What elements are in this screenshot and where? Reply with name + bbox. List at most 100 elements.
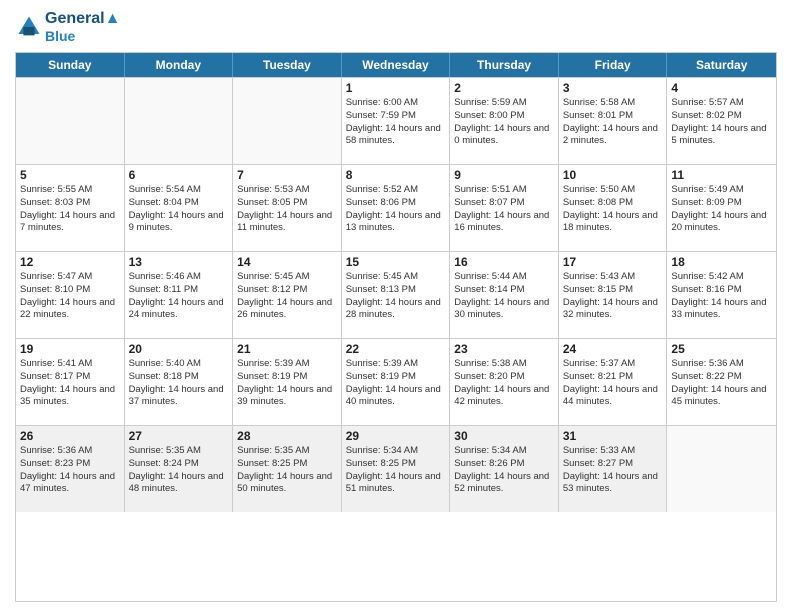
calendar-cell: 8 Sunrise: 5:52 AM Sunset: 8:06 PM Daylig… xyxy=(342,165,451,251)
day-number: 23 xyxy=(454,342,554,356)
calendar-cell: 2 Sunrise: 5:59 AM Sunset: 8:00 PM Daylig… xyxy=(450,78,559,164)
day-number: 9 xyxy=(454,168,554,182)
calendar-row-2: 5 Sunrise: 5:55 AM Sunset: 8:03 PM Daylig… xyxy=(16,164,776,251)
calendar-cell: 18Sunrise: 5:42 AM Sunset: 8:16 PM Dayli… xyxy=(667,252,776,338)
logo-icon xyxy=(15,13,43,41)
day-number: 17 xyxy=(563,255,663,269)
day-info: Sunrise: 5:33 AM Sunset: 8:27 PM Dayligh… xyxy=(563,445,663,496)
day-number: 3 xyxy=(563,81,663,95)
day-number: 22 xyxy=(346,342,446,356)
header: General▲ Blue xyxy=(15,10,777,44)
header-day-sunday: Sunday xyxy=(16,53,125,77)
calendar-cell: 12 Sunrise: 5:47 AM Sunset: 8:10 PM Dayli… xyxy=(16,252,125,338)
day-number: 29 xyxy=(346,429,446,443)
calendar-cell xyxy=(16,78,125,164)
day-info: Sunrise: 5:34 AM Sunset: 8:25 PM Dayligh… xyxy=(346,445,446,496)
day-info: Sunrise: 5:45 AM Sunset: 8:12 PM Dayligh… xyxy=(237,271,337,322)
calendar-row-5: 26 Sunrise: 5:36 AM Sunset: 8:23 PM Dayli… xyxy=(16,425,776,512)
header-day-friday: Friday xyxy=(559,53,668,77)
day-number: 31 xyxy=(563,429,663,443)
calendar-cell: 31 Sunrise: 5:33 AM Sunset: 8:27 PM Dayli… xyxy=(559,426,668,512)
calendar-cell: 3 Sunrise: 5:58 AM Sunset: 8:01 PM Daylig… xyxy=(559,78,668,164)
calendar-cell: 27 Sunrise: 5:35 AM Sunset: 8:24 PM Dayli… xyxy=(125,426,234,512)
calendar-cell: 15Sunrise: 5:45 AM Sunset: 8:13 PM Dayli… xyxy=(342,252,451,338)
calendar-cell: 25 Sunrise: 5:36 AM Sunset: 8:22 PM Dayli… xyxy=(667,339,776,425)
calendar-cell: 23 Sunrise: 5:38 AM Sunset: 8:20 PM Dayli… xyxy=(450,339,559,425)
day-info: Sunrise: 5:55 AM Sunset: 8:03 PM Dayligh… xyxy=(20,184,120,235)
day-info: Sunrise: 5:46 AM Sunset: 8:11 PM Dayligh… xyxy=(129,271,229,322)
calendar-cell xyxy=(667,426,776,512)
calendar-cell: 11 Sunrise: 5:49 AM Sunset: 8:09 PM Dayli… xyxy=(667,165,776,251)
day-number: 4 xyxy=(671,81,772,95)
day-info: Sunrise: 5:36 AM Sunset: 8:23 PM Dayligh… xyxy=(20,445,120,496)
day-info: Sunrise: 5:58 AM Sunset: 8:01 PM Dayligh… xyxy=(563,97,663,148)
day-number: 15 xyxy=(346,255,446,269)
day-info: Sunrise: 5:36 AM Sunset: 8:22 PM Dayligh… xyxy=(671,358,772,409)
calendar-cell xyxy=(125,78,234,164)
day-info: Sunrise: 5:59 AM Sunset: 8:00 PM Dayligh… xyxy=(454,97,554,148)
calendar-cell: 6Sunrise: 5:54 AM Sunset: 8:04 PM Daylig… xyxy=(125,165,234,251)
calendar-cell: 14 Sunrise: 5:45 AM Sunset: 8:12 PM Dayli… xyxy=(233,252,342,338)
logo-line1: General▲ xyxy=(45,10,120,28)
day-info: Sunrise: 5:38 AM Sunset: 8:20 PM Dayligh… xyxy=(454,358,554,409)
calendar-cell: 1Sunrise: 6:00 AM Sunset: 7:59 PM Daylig… xyxy=(342,78,451,164)
header-day-monday: Monday xyxy=(125,53,234,77)
day-number: 8 xyxy=(346,168,446,182)
calendar-cell: 19Sunrise: 5:41 AM Sunset: 8:17 PM Dayli… xyxy=(16,339,125,425)
calendar-cell xyxy=(233,78,342,164)
calendar-cell: 5 Sunrise: 5:55 AM Sunset: 8:03 PM Daylig… xyxy=(16,165,125,251)
day-info: Sunrise: 6:00 AM Sunset: 7:59 PM Dayligh… xyxy=(346,97,446,148)
day-info: Sunrise: 5:57 AM Sunset: 8:02 PM Dayligh… xyxy=(671,97,772,148)
day-info: Sunrise: 5:35 AM Sunset: 8:24 PM Dayligh… xyxy=(129,445,229,496)
calendar-cell: 4 Sunrise: 5:57 AM Sunset: 8:02 PM Daylig… xyxy=(667,78,776,164)
day-info: Sunrise: 5:39 AM Sunset: 8:19 PM Dayligh… xyxy=(237,358,337,409)
day-info: Sunrise: 5:49 AM Sunset: 8:09 PM Dayligh… xyxy=(671,184,772,235)
day-number: 16 xyxy=(454,255,554,269)
day-number: 20 xyxy=(129,342,229,356)
day-info: Sunrise: 5:47 AM Sunset: 8:10 PM Dayligh… xyxy=(20,271,120,322)
calendar-cell: 30 Sunrise: 5:34 AM Sunset: 8:26 PM Dayli… xyxy=(450,426,559,512)
day-info: Sunrise: 5:37 AM Sunset: 8:21 PM Dayligh… xyxy=(563,358,663,409)
calendar-cell: 21 Sunrise: 5:39 AM Sunset: 8:19 PM Dayli… xyxy=(233,339,342,425)
day-number: 7 xyxy=(237,168,337,182)
day-number: 14 xyxy=(237,255,337,269)
day-number: 21 xyxy=(237,342,337,356)
day-number: 10 xyxy=(563,168,663,182)
calendar-cell: 20 Sunrise: 5:40 AM Sunset: 8:18 PM Dayli… xyxy=(125,339,234,425)
header-day-wednesday: Wednesday xyxy=(342,53,451,77)
day-number: 26 xyxy=(20,429,120,443)
header-day-saturday: Saturday xyxy=(667,53,776,77)
calendar-row-3: 12 Sunrise: 5:47 AM Sunset: 8:10 PM Dayli… xyxy=(16,251,776,338)
day-info: Sunrise: 5:34 AM Sunset: 8:26 PM Dayligh… xyxy=(454,445,554,496)
calendar-row-1: 1Sunrise: 6:00 AM Sunset: 7:59 PM Daylig… xyxy=(16,77,776,164)
calendar-cell: 10 Sunrise: 5:50 AM Sunset: 8:08 PM Dayli… xyxy=(559,165,668,251)
header-day-thursday: Thursday xyxy=(450,53,559,77)
calendar-cell: 24Sunrise: 5:37 AM Sunset: 8:21 PM Dayli… xyxy=(559,339,668,425)
calendar-header: SundayMondayTuesdayWednesdayThursdayFrid… xyxy=(16,53,776,77)
calendar-cell: 28Sunrise: 5:35 AM Sunset: 8:25 PM Dayli… xyxy=(233,426,342,512)
day-info: Sunrise: 5:44 AM Sunset: 8:14 PM Dayligh… xyxy=(454,271,554,322)
day-info: Sunrise: 5:51 AM Sunset: 8:07 PM Dayligh… xyxy=(454,184,554,235)
day-number: 2 xyxy=(454,81,554,95)
day-info: Sunrise: 5:43 AM Sunset: 8:15 PM Dayligh… xyxy=(563,271,663,322)
calendar-cell: 22Sunrise: 5:39 AM Sunset: 8:19 PM Dayli… xyxy=(342,339,451,425)
calendar-cell: 16 Sunrise: 5:44 AM Sunset: 8:14 PM Dayli… xyxy=(450,252,559,338)
day-number: 25 xyxy=(671,342,772,356)
calendar-body: 1Sunrise: 6:00 AM Sunset: 7:59 PM Daylig… xyxy=(16,77,776,512)
day-number: 12 xyxy=(20,255,120,269)
day-number: 30 xyxy=(454,429,554,443)
day-info: Sunrise: 5:40 AM Sunset: 8:18 PM Dayligh… xyxy=(129,358,229,409)
day-info: Sunrise: 5:53 AM Sunset: 8:05 PM Dayligh… xyxy=(237,184,337,235)
day-info: Sunrise: 5:52 AM Sunset: 8:06 PM Dayligh… xyxy=(346,184,446,235)
header-day-tuesday: Tuesday xyxy=(233,53,342,77)
calendar-cell: 9 Sunrise: 5:51 AM Sunset: 8:07 PM Daylig… xyxy=(450,165,559,251)
calendar-cell: 26 Sunrise: 5:36 AM Sunset: 8:23 PM Dayli… xyxy=(16,426,125,512)
day-info: Sunrise: 5:50 AM Sunset: 8:08 PM Dayligh… xyxy=(563,184,663,235)
logo: General▲ Blue xyxy=(15,10,120,44)
day-number: 27 xyxy=(129,429,229,443)
calendar-cell: 29 Sunrise: 5:34 AM Sunset: 8:25 PM Dayli… xyxy=(342,426,451,512)
day-number: 5 xyxy=(20,168,120,182)
day-number: 13 xyxy=(129,255,229,269)
day-number: 19 xyxy=(20,342,120,356)
day-number: 11 xyxy=(671,168,772,182)
